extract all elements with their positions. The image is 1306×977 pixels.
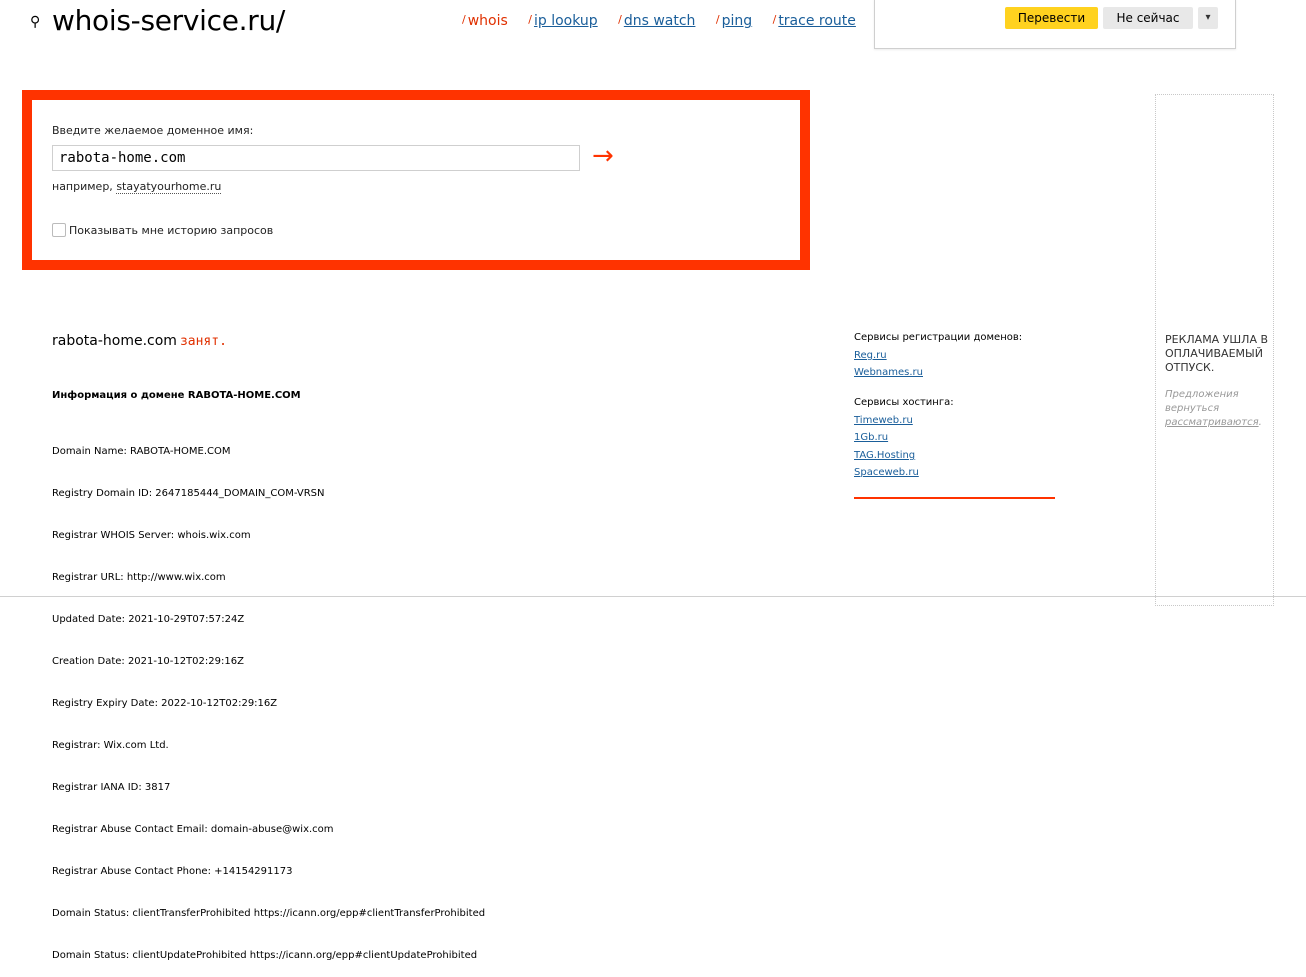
hosting-services-heading: Сервисы хостинга: bbox=[854, 397, 954, 408]
whois-line: Registrar: Wix.com Ltd. bbox=[52, 740, 169, 751]
whois-line: Registrar Abuse Contact Email: domain-ab… bbox=[52, 824, 334, 835]
registrar-link-webnames[interactable]: Webnames.ru bbox=[854, 367, 923, 378]
whois-line: Domain Status: clientUpdateProhibited ht… bbox=[52, 950, 478, 961]
whois-line: Registrar IANA ID: 3817 bbox=[52, 782, 171, 793]
nav-item-whois[interactable]: / whois bbox=[462, 13, 508, 29]
nav-item-ip-lookup[interactable]: / ip lookup bbox=[528, 13, 597, 29]
history-option[interactable]: Показывать мне историю запросов bbox=[52, 223, 273, 237]
domain-input[interactable] bbox=[52, 145, 580, 171]
domain-info-title: Информация о домене RABOTA-HOME.COM bbox=[52, 390, 301, 401]
result-domain: rabota-home.com bbox=[52, 333, 177, 349]
whois-line: Updated Date: 2021-10-29T07:57:24Z bbox=[52, 614, 245, 625]
ad-title: Реклама ушла в оплачиваемый отпуск. bbox=[1165, 333, 1269, 374]
registrar-link-reg-ru[interactable]: Reg.ru bbox=[854, 350, 887, 361]
whois-record: Domain Name: RABOTA-HOME.COM Registry Do… bbox=[52, 417, 485, 977]
ad-note: Предложения вернуться рассматриваются. bbox=[1165, 389, 1262, 428]
example-hint: например, stayatyourhome.ru bbox=[52, 180, 222, 194]
sidebar-divider bbox=[854, 497, 1055, 499]
translate-bar: Перевести Не сейчас ▾ bbox=[874, 0, 1236, 49]
whois-line: Registrar URL: http://www.wix.com bbox=[52, 572, 226, 583]
ad-panel: Реклама ушла в оплачиваемый отпуск. Пред… bbox=[1155, 94, 1274, 606]
whois-line: Registrar WHOIS Server: whois.wix.com bbox=[52, 530, 251, 541]
chevron-down-icon[interactable]: ▾ bbox=[1198, 7, 1218, 29]
history-checkbox-label: Показывать мне историю запросов bbox=[69, 223, 274, 237]
submit-arrow-icon[interactable]: → bbox=[592, 142, 614, 170]
hosting-link-spaceweb[interactable]: Spaceweb.ru bbox=[854, 467, 919, 478]
whois-line: Registry Domain ID: 2647185444_DOMAIN_CO… bbox=[52, 488, 325, 499]
magnifier-icon: ⚲ bbox=[30, 14, 41, 30]
status-badge: занят. bbox=[179, 334, 227, 349]
whois-line: Registrar Abuse Contact Phone: +14154291… bbox=[52, 866, 293, 877]
hosting-link-tag-hosting[interactable]: TAG.Hosting bbox=[854, 450, 915, 461]
whois-line: Creation Date: 2021-10-12T02:29:16Z bbox=[52, 656, 244, 667]
nav-item-ping[interactable]: / ping bbox=[716, 13, 752, 29]
domain-search-form: Введите желаемое доменное имя: → наприме… bbox=[22, 90, 810, 270]
translate-button[interactable]: Перевести bbox=[1005, 7, 1098, 29]
site-logo[interactable]: whois-service.ru/ bbox=[52, 4, 285, 37]
history-checkbox[interactable] bbox=[52, 223, 66, 237]
main-nav: / whois / ip lookup / dns watch / ping / trac… bbox=[462, 13, 918, 29]
nav-item-trace-route[interactable]: / trace route bbox=[773, 13, 856, 29]
registration-services-heading: Сервисы регистрации доменов: bbox=[854, 332, 1023, 343]
domain-status: rabota-home.com занят. bbox=[52, 333, 227, 349]
domain-input-label: Введите желаемое доменное имя: bbox=[52, 124, 254, 137]
not-now-button[interactable]: Не сейчас bbox=[1103, 7, 1193, 29]
ad-note-link[interactable]: рассматриваются bbox=[1165, 417, 1259, 428]
hosting-link-timeweb[interactable]: Timeweb.ru bbox=[854, 415, 913, 426]
nav-item-dns-watch[interactable]: / dns watch bbox=[618, 13, 695, 29]
example-domain-link[interactable]: stayatyourhome.ru bbox=[116, 180, 222, 194]
whois-line: Domain Name: RABOTA-HOME.COM bbox=[52, 446, 231, 457]
whois-line: Domain Status: clientTransferProhibited … bbox=[52, 908, 486, 919]
hosting-link-1gb[interactable]: 1Gb.ru bbox=[854, 432, 888, 443]
window-bottom-edge bbox=[0, 596, 1306, 597]
whois-line: Registry Expiry Date: 2022-10-12T02:29:1… bbox=[52, 698, 278, 709]
